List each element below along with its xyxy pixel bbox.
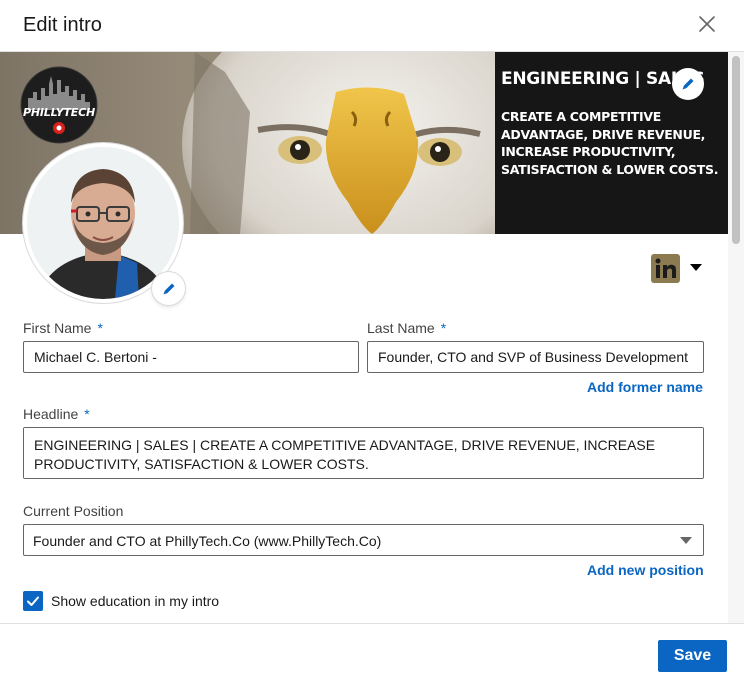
pencil-icon [682,78,694,90]
logo-graphic [20,66,98,144]
first-name-label-text: First Name [23,320,92,336]
current-position-select[interactable]: Founder and CTO at PhillyTech.Co (www.Ph… [23,524,704,556]
current-position-label: Current Position [23,503,124,519]
required-mark: * [97,320,103,336]
first-name-label: First Name * [23,320,103,336]
first-name-input[interactable] [23,341,359,373]
modal-header: Edit intro [0,0,744,52]
network-dropdown-chevron-down-icon[interactable] [690,264,702,271]
headline-label: Headline * [23,406,90,422]
edit-banner-button[interactable] [672,68,704,100]
save-button[interactable]: Save [658,640,727,672]
modal-footer [0,623,744,688]
add-new-position-button[interactable]: Add new position [587,562,704,578]
banner-tagline: CREATE A COMPETITIVE ADVANTAGE, DRIVE RE… [501,109,719,177]
current-position-value: Founder and CTO at PhillyTech.Co (www.Ph… [33,533,382,549]
edit-photo-button[interactable] [152,272,185,305]
pencil-icon [163,283,174,294]
last-name-input[interactable] [367,341,704,373]
close-button[interactable] [694,11,720,37]
linkedin-icon [651,254,680,283]
checkmark-icon [27,596,39,606]
modal-title: Edit intro [23,14,102,36]
required-mark: * [440,320,447,336]
chevron-down-icon [680,537,692,544]
headline-textarea[interactable]: ENGINEERING | SALES | CREATE A COMPETITI… [23,427,704,479]
show-education-checkbox[interactable] [23,591,43,611]
close-icon [699,16,715,32]
required-mark: * [84,406,90,422]
last-name-label: Last Name * [367,320,446,336]
add-former-name-button[interactable]: Add former name [587,379,703,395]
show-education-label: Show education in my intro [51,593,220,609]
logo-text: PHILLYTECH [23,106,95,119]
last-name-label-text: Last Name [367,320,435,336]
scrollbar-thumb[interactable] [732,56,740,244]
headline-label-text: Headline [23,406,79,422]
phillytech-logo: PHILLYTECH [20,66,98,144]
linkedin-glyph [655,258,676,278]
